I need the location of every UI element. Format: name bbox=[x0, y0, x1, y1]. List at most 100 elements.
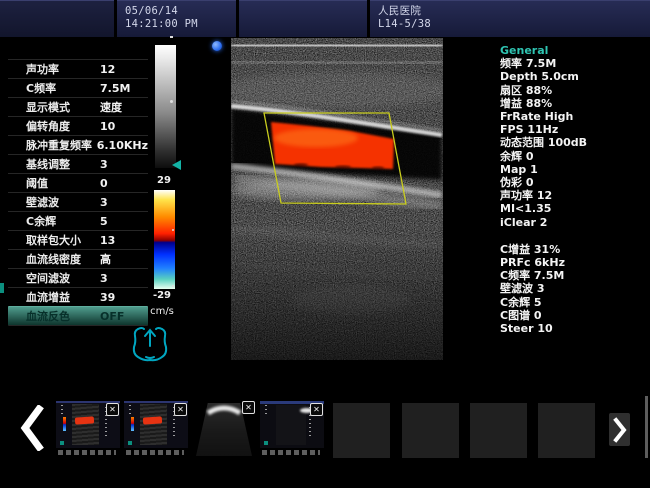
scale-marker-dot bbox=[172, 285, 174, 287]
parameter-value: OFF bbox=[100, 310, 124, 323]
thumbnail-strip-scrollbar[interactable] bbox=[645, 396, 648, 458]
readout-row: 动态范围 100dB bbox=[500, 136, 650, 149]
parameter-label: 阈值 bbox=[26, 175, 100, 191]
parameter-label: C余辉 bbox=[26, 213, 100, 229]
hospital-name: 人民医院 bbox=[378, 5, 650, 18]
thumbnail-4[interactable]: ✕ bbox=[260, 401, 324, 448]
thumbnail-2[interactable]: ✕ bbox=[124, 401, 188, 448]
focus-marker-icon[interactable] bbox=[172, 160, 181, 170]
close-icon[interactable]: ✕ bbox=[242, 401, 255, 414]
parameter-row[interactable]: 血流线密度 高 bbox=[8, 249, 148, 268]
parameter-value: 0 bbox=[100, 177, 108, 190]
parameter-row[interactable]: 声功率 12 bbox=[8, 59, 148, 78]
parameter-value: 高 bbox=[100, 251, 111, 267]
parameter-row[interactable]: 显示模式 速度 bbox=[8, 97, 148, 116]
readout-row: 频率 7.5M bbox=[500, 57, 650, 70]
gray-scale-bar bbox=[155, 45, 176, 168]
parameter-row[interactable]: 血流增益 39 bbox=[8, 287, 148, 306]
thumbnails-scroll-left-icon[interactable] bbox=[18, 405, 46, 451]
parameter-label: 血流反色 bbox=[26, 308, 100, 324]
parameter-label: 偏转角度 bbox=[26, 118, 100, 134]
parameter-row[interactable]: 偏转角度 10 bbox=[8, 116, 148, 135]
readout-row: C增益 31% bbox=[500, 243, 650, 256]
top-bar: 05/06/14 14:21:00 PM 人民医院 L14-5/38 bbox=[0, 0, 650, 37]
readout-row: C余辉 5 bbox=[500, 296, 650, 309]
empty-thumbnail-slot bbox=[470, 403, 527, 458]
parameter-label: 基线调整 bbox=[26, 156, 100, 172]
parameter-label: 血流增益 bbox=[26, 289, 100, 305]
readout-row: 声功率 12 bbox=[500, 189, 650, 202]
thumbnails-scroll-right[interactable] bbox=[609, 413, 630, 446]
parameter-value: 速度 bbox=[100, 99, 122, 115]
parameter-label: 壁滤波 bbox=[26, 194, 100, 210]
datetime-display: 05/06/14 14:21:00 PM bbox=[117, 0, 236, 37]
parameter-label: C频率 bbox=[26, 80, 100, 96]
readout-gap bbox=[500, 229, 650, 243]
parameter-row[interactable]: 基线调整 3 bbox=[8, 154, 148, 173]
thumb-image bbox=[72, 404, 99, 445]
exam-info: 人民医院 L14-5/38 bbox=[370, 0, 650, 37]
thumb-marker bbox=[128, 441, 132, 445]
thumb-filmstrip-dots bbox=[262, 450, 320, 455]
parameter-value: 3 bbox=[100, 272, 108, 285]
parameter-label: 显示模式 bbox=[26, 99, 100, 115]
thumb-text-specks bbox=[129, 405, 131, 415]
thumb-doppler-blob bbox=[143, 416, 162, 424]
parameter-row[interactable]: 脉冲重复频率 6.10KHz bbox=[8, 135, 148, 154]
parameter-label: 声功率 bbox=[26, 61, 100, 77]
scale-marker-dot bbox=[172, 229, 174, 231]
parameter-label: 空间滤波 bbox=[26, 270, 100, 286]
parameter-label: 血流线密度 bbox=[26, 251, 100, 267]
empty-thumbnail-slot bbox=[333, 403, 390, 458]
readout-row: Map 1 bbox=[500, 163, 650, 176]
thumb-filmstrip-dots bbox=[58, 450, 116, 455]
velocity-min: -29 bbox=[142, 290, 182, 301]
parameter-row[interactable]: 壁滤波 3 bbox=[8, 192, 148, 211]
parameter-row[interactable]: C频率 7.5M bbox=[8, 78, 148, 97]
parameter-value: 3 bbox=[100, 196, 108, 209]
close-icon[interactable]: ✕ bbox=[174, 403, 187, 416]
thumb-colorbar bbox=[131, 417, 134, 431]
close-icon[interactable]: ✕ bbox=[106, 403, 119, 416]
parameter-row[interactable]: 空间滤波 3 bbox=[8, 268, 148, 287]
close-icon[interactable]: ✕ bbox=[310, 403, 323, 416]
patient-info-area bbox=[239, 0, 367, 37]
top-bar-logo-area bbox=[0, 0, 114, 37]
time-text: 14:21:00 PM bbox=[125, 18, 236, 31]
readout-row: 壁滤波 3 bbox=[500, 282, 650, 295]
parameter-row[interactable]: 阈值 0 bbox=[8, 173, 148, 192]
thumb-image bbox=[140, 404, 167, 445]
general-readouts: 频率 7.5M Depth 5.0cm 扇区 88% 增益 88% FrRate… bbox=[500, 57, 650, 229]
status-indicator-dot bbox=[212, 41, 222, 51]
date-text: 05/06/14 bbox=[125, 5, 236, 18]
readout-row: C图谱 0 bbox=[500, 309, 650, 322]
thumbnail-1[interactable]: ✕ bbox=[56, 401, 120, 448]
empty-thumbnail-slot bbox=[538, 403, 595, 458]
thumbnail-3[interactable]: ✕ bbox=[192, 399, 256, 458]
velocity-unit: cm/s bbox=[142, 306, 182, 317]
readout-row: FPS 11Hz bbox=[500, 123, 650, 136]
readout-row: 余辉 0 bbox=[500, 150, 650, 163]
readout-row: 增益 88% bbox=[500, 97, 650, 110]
parameter-value: 39 bbox=[100, 291, 115, 304]
readout-row: 扇区 88% bbox=[500, 84, 650, 97]
readout-section-title: General bbox=[500, 44, 650, 57]
parameter-value: 13 bbox=[100, 234, 115, 247]
parameter-row[interactable]: C余辉 5 bbox=[8, 211, 148, 230]
parameter-value: 7.5M bbox=[100, 82, 130, 95]
parameter-label: 脉冲重复频率 bbox=[26, 137, 97, 153]
thumb-text-specks bbox=[61, 405, 63, 415]
parameter-row[interactable]: 取样包大小 13 bbox=[8, 230, 148, 249]
scale-marker-dot bbox=[170, 100, 173, 103]
color-scale-bar bbox=[154, 190, 175, 289]
velocity-max: 29 bbox=[144, 175, 184, 186]
ultrasound-image[interactable] bbox=[231, 38, 443, 360]
thumb-colorbar bbox=[63, 417, 66, 431]
ultrasound-app-screen: 05/06/14 14:21:00 PM 人民医院 L14-5/38 声功率 1… bbox=[0, 0, 650, 488]
edge-marker bbox=[0, 283, 4, 293]
body-marker-icon[interactable] bbox=[124, 320, 176, 372]
thumbnails-scroll-right-icon bbox=[611, 416, 629, 444]
readout-row: iClear 2 bbox=[500, 216, 650, 229]
parameter-value: 6.10KHz bbox=[97, 139, 148, 152]
readout-row: PRFc 6kHz bbox=[500, 256, 650, 269]
